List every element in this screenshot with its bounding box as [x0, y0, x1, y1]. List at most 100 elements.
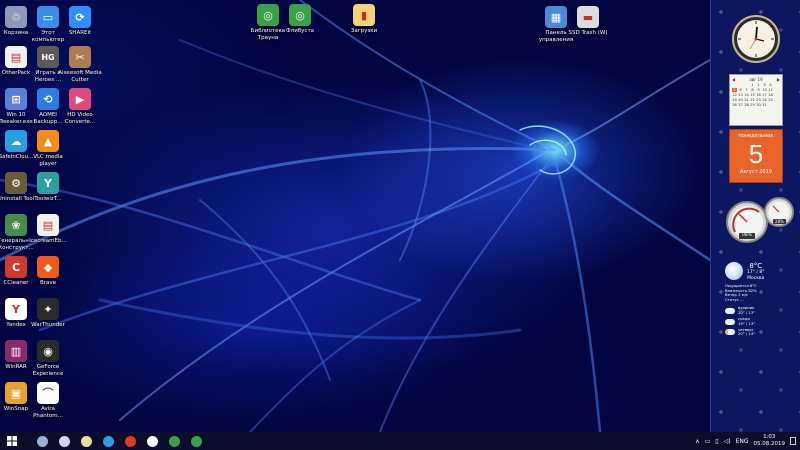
calendar-day[interactable]: 16: [756, 93, 761, 97]
recycle-bin-icon: ♲: [5, 6, 27, 28]
calendar-day[interactable]: 8: [750, 88, 755, 92]
calendar-day[interactable]: 1: [750, 83, 755, 87]
calendar-day[interactable]: 30: [756, 103, 761, 107]
desktop-wallpaper: [0, 0, 710, 432]
calendar-day[interactable]: 2: [756, 83, 761, 87]
calendar-day[interactable]: 14: [744, 93, 749, 97]
weather-gadget[interactable]: 8°C 17° / 8° Москва Ощущается 8°C Влажно…: [725, 262, 791, 367]
brave-icon: ◆: [37, 256, 59, 278]
ram-value: 28%: [775, 219, 784, 224]
calendar-day[interactable]: 3: [762, 83, 767, 87]
desktop-icon-label: Brave: [39, 280, 57, 286]
yandex-browser-icon[interactable]: [120, 432, 140, 450]
warthunder-icon: ✦: [37, 298, 59, 320]
weather-city: Москва: [747, 275, 765, 281]
calendar-day[interactable]: 17: [762, 93, 767, 97]
calendar-day[interactable]: 13: [738, 93, 743, 97]
calendar-gadget[interactable]: ◀ авг 19 ▶ 1 2 3 4 5 6 7 8 9 10 11 12 13 14 15 16 17 18 19…: [729, 74, 783, 184]
desktop-icon[interactable]: ▶ HD Video Converte...: [61, 88, 99, 125]
cpu-meter-gadget[interactable]: 08% 28%: [719, 192, 797, 248]
start-button[interactable]: [2, 432, 22, 450]
browser-icon[interactable]: [98, 432, 118, 450]
downloads-folder-icon: ▮: [353, 4, 375, 26]
calendar-day[interactable]: 22: [750, 98, 755, 102]
desktop-icon[interactable]: ◉ GeForce Experience: [29, 340, 67, 377]
forecast-temp: 20° / 13°: [738, 309, 756, 315]
action-center-icon[interactable]: [790, 437, 796, 445]
calendar-day-number: 5: [748, 139, 764, 169]
calendar-day[interactable]: 29: [750, 103, 755, 107]
desktop-icon[interactable]: ✂ Aiseesoft Media Cutter: [58, 46, 102, 83]
calendar-empty-cell: [744, 83, 749, 87]
desktop-icon[interactable]: ⌒ Avira Phantom...: [29, 382, 67, 419]
cpu-value: 08%: [741, 233, 752, 238]
library-icon[interactable]: [186, 432, 206, 450]
desktop-icon[interactable]: ▮ Загрузки: [345, 4, 383, 35]
safeincloud-icon: ☁: [5, 130, 27, 152]
network-icon[interactable]: ▯: [715, 438, 718, 445]
desktop-icon[interactable]: ▤ IcecreamEb...: [29, 214, 67, 245]
media-cutter-icon: ✂: [69, 46, 91, 68]
gadget-sidebar: ◀ авг 19 ▶ 1 2 3 4 5 6 7 8 9 10 11 12 13 14 15 16 17 18 19…: [710, 0, 800, 432]
geforce-icon: ◉: [37, 340, 59, 362]
language-indicator[interactable]: ENG: [736, 438, 749, 445]
calendar-day[interactable]: 25: [768, 98, 773, 102]
aomei-backup-icon: ⟲: [37, 88, 59, 110]
calendar-day[interactable]: 31: [762, 103, 767, 107]
analog-clock-icon: [732, 15, 780, 63]
calendar-day[interactable]: 5: [732, 88, 737, 92]
calendar-day[interactable]: 20: [738, 98, 743, 102]
calendar-day[interactable]: 27: [738, 103, 743, 107]
task-view-icon[interactable]: [32, 432, 52, 450]
calendar-next-icon[interactable]: ▶: [777, 77, 780, 82]
desktop-icon[interactable]: ▲ VLC media player: [29, 130, 67, 167]
notepad-icon[interactable]: [54, 432, 74, 450]
calendar-empty-cell: [732, 83, 737, 87]
calendar-day[interactable]: 7: [744, 88, 749, 92]
desktop-icon-label: Флибуста: [285, 28, 315, 34]
calendar-day[interactable]: 21: [744, 98, 749, 102]
calendar-prev-icon[interactable]: ◀: [732, 77, 735, 82]
desktop-icon[interactable]: ◎ Флибуста: [281, 4, 319, 35]
desktop-icon[interactable]: Y ToolwizT...: [29, 172, 67, 203]
calendar-day[interactable]: 4: [768, 83, 773, 87]
forecast-temp: 19° / 13°: [738, 320, 756, 326]
ssd-drive-icon: ▬: [577, 6, 599, 28]
desktop-icon[interactable]: ✦ WarThunder: [29, 298, 67, 329]
weather-temperature: 8°C: [749, 262, 763, 270]
weather-range: 17° / 8°: [747, 270, 765, 275]
taskbar-clock[interactable]: 1:03 05.08.2019: [754, 434, 786, 448]
desktop-icon[interactable]: ◆ Brave: [29, 256, 67, 287]
chevron-up-icon[interactable]: ∧: [695, 438, 699, 445]
desktop-icon[interactable]: ⟳ SHAREit: [61, 6, 99, 37]
calendar-day[interactable]: 9: [756, 88, 761, 92]
calendar-day[interactable]: 19: [732, 98, 737, 102]
weather-moon-icon: [725, 262, 743, 280]
calendar-month-view: ◀ авг 19 ▶ 1 2 3 4 5 6 7 8 9 10 11 12 13 14 15 16 17 18 19…: [729, 74, 783, 126]
calendar-day[interactable]: 26: [732, 103, 737, 107]
notification-icon[interactable]: ▭: [705, 438, 711, 445]
calendar-day[interactable]: 10: [762, 88, 767, 92]
taskbar-date: 05.08.2019: [753, 441, 786, 447]
desktop-icon-label: Avira Phantom...: [33, 406, 63, 419]
clock-gadget[interactable]: [731, 14, 781, 64]
calendar-day[interactable]: 12: [732, 93, 737, 97]
calendar-day[interactable]: 23: [756, 98, 761, 102]
calendar-day[interactable]: 18: [768, 93, 773, 97]
file-manager-icon[interactable]: [76, 432, 96, 450]
yandex-icon[interactable]: [142, 432, 162, 450]
calendar-day[interactable]: 28: [744, 103, 749, 107]
calendar-day[interactable]: 24: [762, 98, 767, 102]
calendar-day[interactable]: 11: [768, 88, 773, 92]
volume-icon[interactable]: ◁): [724, 438, 731, 445]
calendar-day[interactable]: 6: [738, 88, 743, 92]
desktop-icon[interactable]: ▬ SSD Trash (W): [569, 6, 607, 37]
sun-cloud-icon: [725, 329, 735, 336]
desktop-icon-label: HD Video Converte...: [64, 112, 96, 125]
calendar-day[interactable]: 15: [750, 93, 755, 97]
toolwiz-icon: Y: [37, 172, 59, 194]
calendar-days: 1 2 3 4 5 6 7 8 9 10 11 12 13 14 15 16 17 18 19 20 21 22 23 24 2…: [732, 83, 780, 107]
desktop-icon-label: VLC media player: [33, 154, 63, 167]
utorrent-icon[interactable]: [164, 432, 184, 450]
taskbar-time: 1:03: [763, 434, 776, 440]
